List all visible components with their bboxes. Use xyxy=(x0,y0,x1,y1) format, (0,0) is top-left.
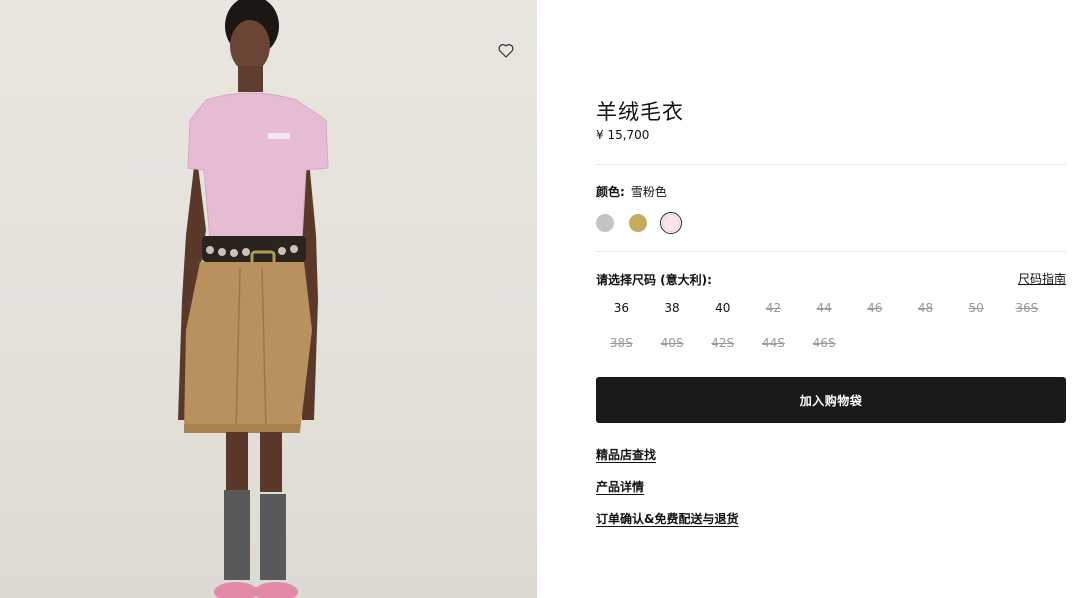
product-price: ¥ 15,700 xyxy=(596,128,650,142)
size-option[interactable]: 36S xyxy=(1002,297,1053,319)
size-option[interactable]: 46S xyxy=(799,332,850,354)
color-swatch[interactable] xyxy=(627,212,649,234)
size-heading: 请选择尺码 (意大利): xyxy=(596,273,712,287)
color-swatch[interactable] xyxy=(594,212,616,234)
color-swatch-dot xyxy=(662,214,680,232)
heart-outline-icon xyxy=(498,44,514,58)
model-illustration xyxy=(178,0,329,598)
divider xyxy=(596,251,1066,252)
selected-color-name: 雪粉色 xyxy=(630,185,667,199)
color-swatches xyxy=(594,212,682,234)
product-details-panel: 羊绒毛衣 ¥ 15,700 颜色: 雪粉色 请选择尺码 (意大利): 尺码指南 … xyxy=(596,0,1066,598)
divider xyxy=(596,164,1066,165)
product-title: 羊绒毛衣 xyxy=(596,100,684,124)
size-option[interactable]: 44 xyxy=(799,297,850,319)
color-swatch-dot xyxy=(596,214,614,232)
size-option[interactable]: 48 xyxy=(900,297,951,319)
color-swatch-dot xyxy=(629,214,647,232)
size-option[interactable]: 38S xyxy=(596,332,647,354)
size-option[interactable]: 38 xyxy=(647,297,698,319)
size-grid: 36 38 40 42 44 46 48 50 36S 38S 40S 42S 44S 46S xyxy=(596,297,1066,354)
color-selection: 颜色: 雪粉色 xyxy=(596,183,667,200)
size-option[interactable]: 40 xyxy=(697,297,748,319)
color-label: 颜色: xyxy=(596,185,625,199)
size-option[interactable]: 42 xyxy=(748,297,799,319)
product-image xyxy=(0,0,537,598)
size-option[interactable]: 50 xyxy=(951,297,1002,319)
size-option[interactable]: 36 xyxy=(596,297,647,319)
order-shipping-returns-link[interactable]: 订单确认&免费配送与退货 xyxy=(596,510,738,527)
color-swatch[interactable] xyxy=(660,212,682,234)
product-details-link[interactable]: 产品详情 xyxy=(596,478,644,495)
add-to-bag-button[interactable]: 加入购物袋 xyxy=(596,377,1066,423)
size-option[interactable]: 44S xyxy=(748,332,799,354)
store-locator-link[interactable]: 精品店查找 xyxy=(596,446,656,463)
size-option[interactable]: 42S xyxy=(697,332,748,354)
size-option[interactable]: 46 xyxy=(849,297,900,319)
size-option[interactable]: 40S xyxy=(647,332,698,354)
wishlist-button[interactable] xyxy=(498,43,518,63)
size-guide-link[interactable]: 尺码指南 xyxy=(1018,270,1066,287)
